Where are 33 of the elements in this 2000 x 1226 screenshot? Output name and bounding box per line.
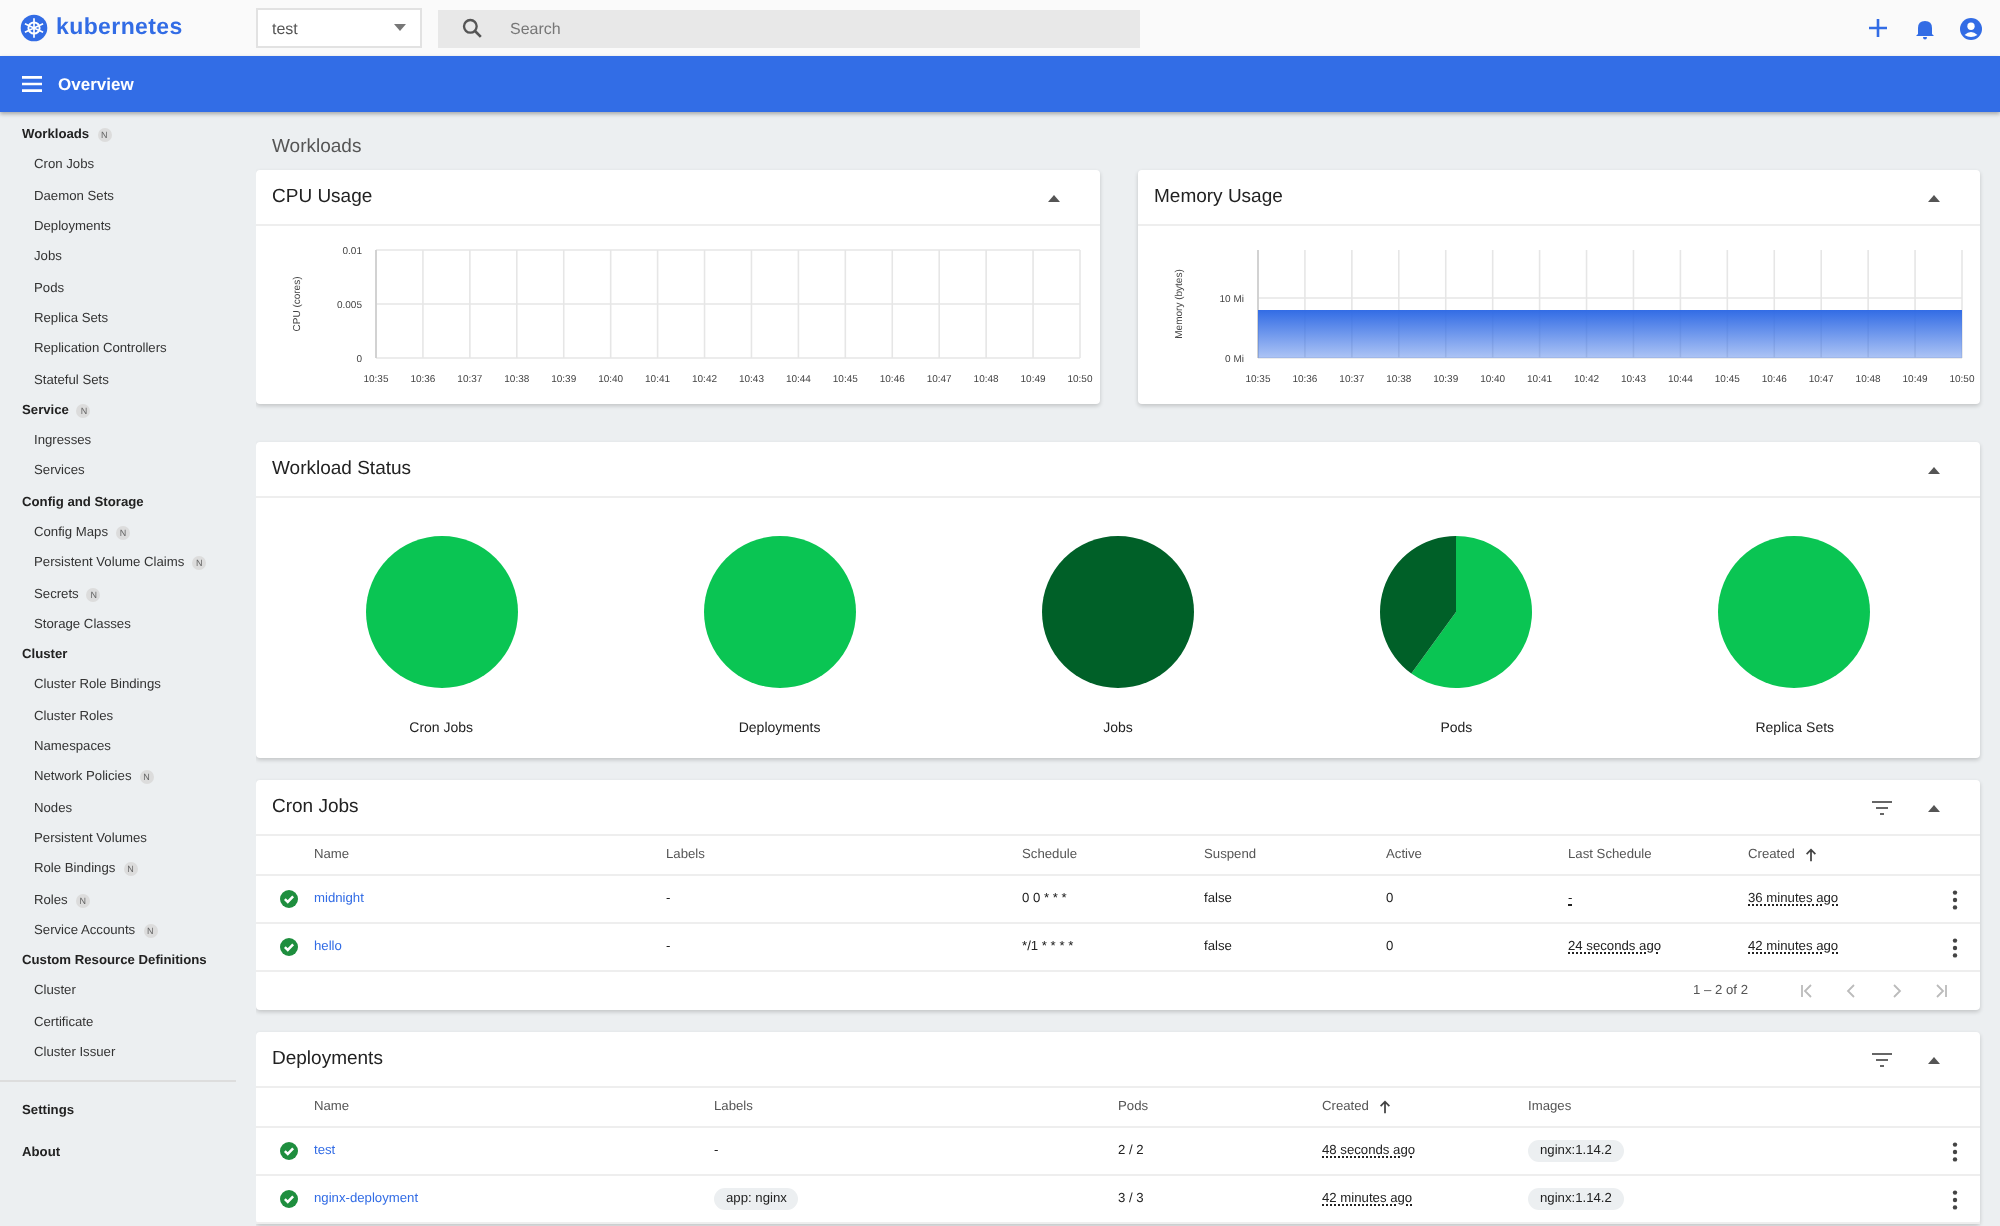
search-field[interactable]: Search bbox=[438, 9, 1140, 47]
more-vertical-icon bbox=[1951, 937, 1957, 957]
dropdown-arrow-icon bbox=[394, 24, 406, 32]
account-button[interactable] bbox=[1956, 14, 1984, 42]
menu-icon bbox=[22, 76, 42, 92]
filter-button[interactable] bbox=[1870, 1047, 1894, 1071]
add-button[interactable] bbox=[1864, 14, 1892, 42]
filter-icon bbox=[1872, 1051, 1892, 1067]
account-circle-icon bbox=[1959, 17, 1981, 39]
check-circle-icon bbox=[279, 1142, 297, 1160]
more-vertical-icon bbox=[1951, 1189, 1957, 1209]
card-title: Deployments bbox=[272, 1048, 383, 1070]
check-circle-icon bbox=[279, 938, 297, 956]
bell-icon bbox=[1915, 17, 1933, 39]
more-vertical-icon bbox=[1951, 889, 1957, 909]
namespace-select[interactable]: test bbox=[256, 8, 422, 48]
sort-arrow-icon bbox=[1804, 848, 1819, 862]
menu-button[interactable] bbox=[20, 72, 44, 96]
app-logo[interactable]: kubernetes bbox=[56, 16, 183, 40]
card-title: Workload Status bbox=[272, 458, 412, 480]
check-circle-icon bbox=[279, 890, 297, 908]
check-circle-icon bbox=[279, 1190, 297, 1208]
sort-arrow-icon bbox=[1378, 1100, 1393, 1114]
card-title: Memory Usage bbox=[1154, 186, 1283, 208]
more-vertical-icon bbox=[1951, 1141, 1957, 1161]
filter-button[interactable] bbox=[1870, 795, 1894, 819]
card-title: CPU Usage bbox=[272, 186, 373, 208]
card-title: Cron Jobs bbox=[272, 796, 359, 818]
section-heading: Workloads bbox=[270, 134, 364, 162]
helm-wheel-icon bbox=[20, 14, 48, 42]
plus-icon bbox=[1868, 18, 1888, 38]
page-title: Overview bbox=[58, 74, 134, 94]
filter-icon bbox=[1872, 799, 1892, 815]
